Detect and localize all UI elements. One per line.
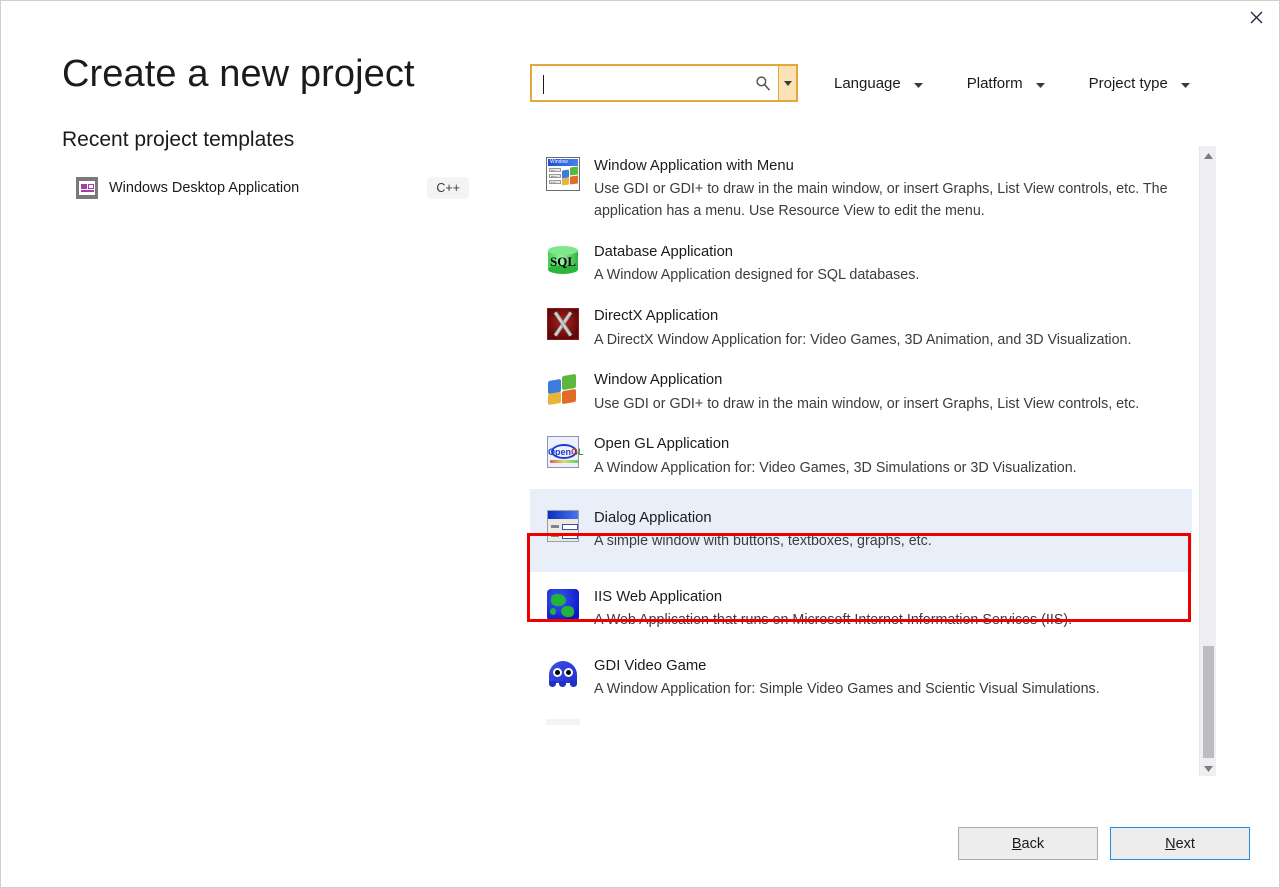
template-item-open-gl-application[interactable]: OpenGL Open GL Application A Window Appl… [530, 424, 1192, 488]
search-and-filters: Language Platform Project type [530, 64, 1190, 102]
search-box[interactable] [530, 64, 798, 102]
window-with-menu-icon: Window File Print Exit [546, 157, 580, 191]
template-item-dialog-application[interactable]: Dialog Application A simple window with … [530, 488, 1192, 572]
opengl-icon: OpenGL [546, 435, 584, 469]
template-name: GDI Video Game [594, 657, 707, 674]
text-caret [543, 75, 544, 94]
template-name: DirectX Application [594, 308, 719, 325]
search-dropdown-button[interactable] [778, 66, 796, 100]
triangle-down-icon [1204, 759, 1213, 777]
recent-item-label: Windows Desktop Application [109, 179, 300, 196]
filter-label: Language [834, 74, 901, 92]
windows-flag-icon [546, 371, 580, 406]
next-button[interactable]: Next [1110, 827, 1250, 860]
sql-database-icon: SQL [546, 243, 580, 277]
ghost-game-icon [546, 657, 580, 691]
globe-icon [546, 588, 580, 622]
next-button-accelerator: N [1165, 835, 1176, 852]
template-description: A Window Application for: Simple Video G… [594, 681, 1100, 698]
template-item-gdi-video-game[interactable]: GDI Video Game A Window Application for:… [530, 641, 1192, 710]
template-description: A DirectX Window Application for: Video … [594, 331, 1132, 348]
template-description: A simple window with buttons, textboxes,… [594, 533, 932, 550]
recent-templates-heading: Recent project templates [62, 127, 295, 151]
language-badge: C++ [427, 176, 469, 199]
scroll-down-button[interactable] [1200, 759, 1217, 776]
template-name: Database Application [594, 243, 734, 260]
template-description: Use GDI or GDI+ to draw in the main wind… [594, 395, 1140, 412]
dialog-window-icon [546, 509, 580, 543]
dialog-footer: Back Next [1, 815, 1280, 887]
template-description: A Window Application for: Video Games, 3… [594, 459, 1077, 476]
template-item-database-application[interactable]: SQL Database Application A Window Applic… [530, 232, 1192, 296]
chevron-down-icon [913, 75, 923, 92]
template-description: A Window Application designed for SQL da… [594, 267, 920, 284]
create-new-project-dialog: Create a new project Recent project temp… [0, 0, 1280, 888]
chevron-down-icon [1180, 75, 1190, 92]
template-item-partial[interactable] [530, 710, 1192, 768]
template-item-directx-application[interactable]: DirectX Application A DirectX Window App… [530, 296, 1192, 360]
page-title: Create a new project [62, 53, 415, 95]
template-name: Open GL Application [594, 436, 730, 453]
template-description: A Web Application that runs on Microsoft… [594, 612, 1073, 629]
next-button-label: ext [1175, 835, 1195, 852]
filter-project-type[interactable]: Project type [1089, 75, 1190, 92]
partial-icon [546, 718, 580, 725]
template-item-window-application-with-menu[interactable]: Window File Print Exit Window Application … [530, 146, 1192, 232]
recent-item-windows-desktop-application[interactable]: Windows Desktop Application C++ [62, 173, 512, 203]
template-description: Use GDI or GDI+ to draw in the main wind… [594, 181, 1168, 220]
scrollbar-thumb[interactable] [1203, 646, 1214, 758]
filter-label: Platform [966, 74, 1023, 92]
search-input[interactable] [532, 66, 748, 100]
template-name: Window Application with Menu [594, 158, 794, 174]
chevron-down-icon [783, 80, 792, 86]
template-list: Window File Print Exit Window Application … [530, 146, 1192, 768]
template-list-area[interactable]: Window File Print Exit Window Application … [530, 146, 1210, 776]
template-name: IIS Web Application [594, 588, 723, 605]
template-name: Window Application [594, 372, 723, 389]
windows-desktop-icon [76, 176, 98, 199]
search-icon[interactable] [748, 66, 778, 100]
filter-language[interactable]: Language [834, 75, 923, 92]
chevron-down-icon [1035, 75, 1045, 92]
back-button-accelerator: B [1011, 835, 1022, 852]
template-item-iis-web-application[interactable]: IIS Web Application A Web Application th… [530, 572, 1192, 641]
recent-templates-list: Windows Desktop Application C++ [62, 173, 512, 203]
filter-group: Language Platform Project type [834, 75, 1190, 92]
back-button-label: ack [1021, 835, 1045, 852]
close-icon [1250, 11, 1263, 24]
left-panel: Create a new project Recent project temp… [62, 53, 512, 203]
back-button[interactable]: Back [958, 827, 1098, 860]
close-button[interactable] [1233, 1, 1279, 33]
template-list-scrollbar[interactable] [1199, 146, 1216, 776]
scroll-up-button[interactable] [1200, 146, 1217, 163]
filter-platform[interactable]: Platform [967, 75, 1045, 92]
template-item-window-application[interactable]: Window Application Use GDI or GDI+ to dr… [530, 360, 1192, 424]
filter-label: Project type [1088, 74, 1168, 92]
directx-icon [546, 307, 580, 341]
template-name: Dialog Application [594, 509, 712, 526]
triangle-up-icon [1204, 146, 1213, 164]
